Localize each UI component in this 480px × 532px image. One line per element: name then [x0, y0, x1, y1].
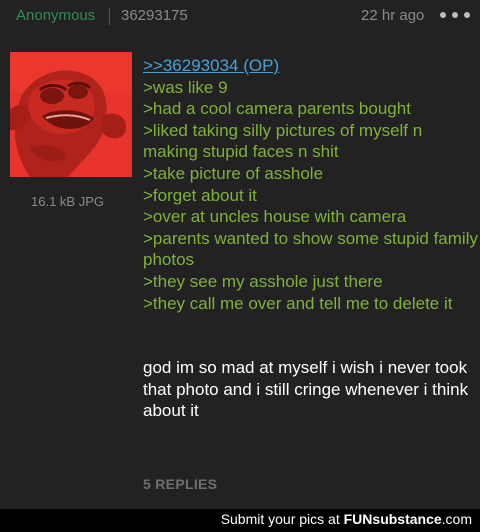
- more-horizontal-icon[interactable]: [440, 4, 470, 26]
- post-timestamp: 22 hr ago: [361, 7, 425, 24]
- greentext-line: >was like 9: [143, 77, 228, 97]
- greentext-line: >they call me over and tell me to delete…: [143, 293, 453, 313]
- brand-tld: .com: [441, 511, 472, 527]
- watermark-footer: Submit your pics at FUNsubstance.com: [0, 509, 480, 532]
- post-body: god im so mad at myself i wish i never t…: [143, 358, 469, 420]
- brand-substance: substance: [372, 511, 442, 527]
- post-thumbnail-image[interactable]: [10, 52, 132, 177]
- greentext-line: >over at uncles house with camera: [143, 207, 407, 227]
- poster-name[interactable]: Anonymous: [16, 7, 95, 24]
- post-greentext: >>36293034 (OP) >was like 9 >had a cool …: [143, 55, 479, 314]
- post-header: Anonymous 36293175 22 hr ago: [0, 0, 480, 34]
- post-id[interactable]: 36293175: [121, 7, 188, 24]
- op-quote-link[interactable]: >>36293034 (OP): [143, 56, 279, 75]
- replies-link[interactable]: 5 REPLIES: [143, 476, 217, 492]
- brand-fun: FUN: [343, 511, 373, 527]
- greentext-line: >had a cool camera parents bought: [143, 99, 411, 119]
- greentext-line: >forget about it: [143, 185, 257, 205]
- greentext-line: >take picture of asshole: [143, 163, 324, 183]
- watermark-prefix: Submit your pics at: [220, 511, 344, 527]
- greentext-line: >they see my asshole just there: [143, 271, 383, 291]
- greentext-line: >liked taking silly pictures of myself n…: [143, 120, 423, 162]
- greentext-line: >parents wanted to show some stupid fami…: [143, 228, 478, 270]
- file-meta: 16.1 kB JPG: [31, 194, 104, 209]
- header-divider: [109, 8, 110, 25]
- watermark-text: Submit your pics at FUNsubstance.com: [221, 511, 472, 527]
